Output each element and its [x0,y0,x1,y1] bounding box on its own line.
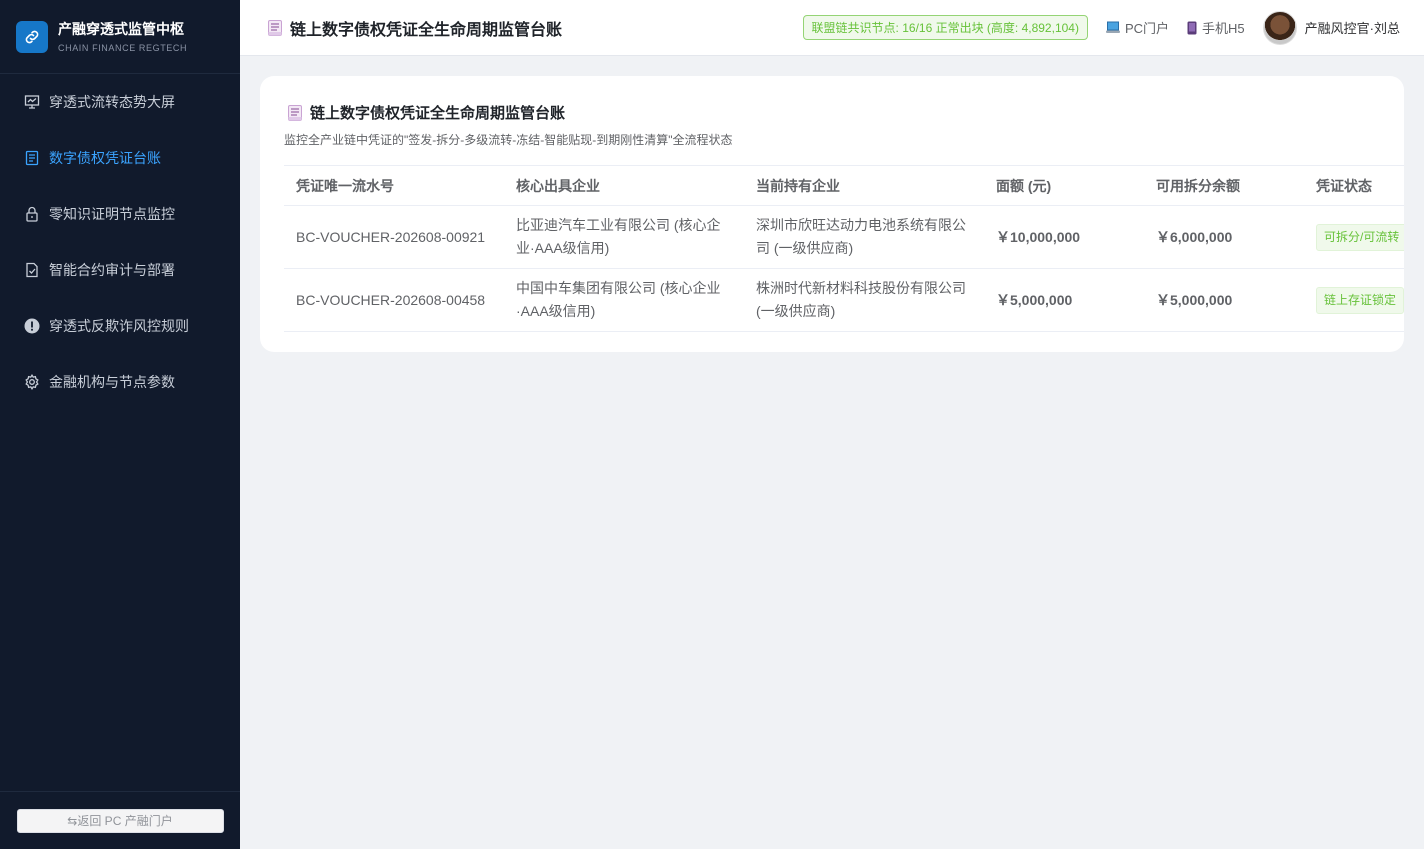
sidebar-item-label: 智能合约审计与部署 [49,262,175,278]
available-balance: ￥5,000,000 [1144,268,1304,332]
sidebar-item-label: 金融机构与节点参数 [49,374,175,390]
sidebar-item-situation-screen[interactable]: 穿透式流转态势大屏 [0,74,240,130]
presentation-board-icon [24,94,40,110]
sidebar-nav: 穿透式流转态势大屏 数字债权凭证台账 零知识证明节点监控 智能合约审计与部署 穿… [0,74,240,410]
issuer-company: 中国中车集团有限公司 (核心企业·AAA级信用) [504,268,744,332]
sidebar-item-label: 零知识证明节点监控 [49,206,175,222]
card-title: 链上数字债权凭证全生命周期监管台账 [310,105,566,122]
back-to-portal-button[interactable]: ⇆返回 PC 产融门户 [16,808,224,833]
gear-icon [24,374,40,390]
sidebar-item-label: 穿透式反欺诈风控规则 [49,318,189,334]
holder-company: 株洲时代新材料科技股份有限公司 (一级供应商) [744,268,984,332]
status-badge: 链上存证锁定 [1316,286,1404,314]
document-icon [24,150,40,166]
chain-link-icon [16,20,48,53]
table-row[interactable]: BC-VOUCHER-202608-00921 比亚迪汽车工业有限公司 (核心企… [284,205,1404,269]
sidebar-item-antifraud-rules[interactable]: 穿透式反欺诈风控规则 [0,298,240,354]
brand-title: 产融穿透式监管中枢 [58,21,184,37]
laptop-icon [1105,21,1120,34]
column-header-holder: 当前持有企业 [744,165,984,206]
page-title: 链上数字债权凭证全生命周期监管台账 [290,21,563,39]
ledger-icon [268,19,282,36]
lock-icon [24,206,40,222]
document-check-icon [24,262,40,278]
sidebar-item-zkp-monitor[interactable]: 零知识证明节点监控 [0,186,240,242]
face-amount: ￥5,000,000 [984,268,1144,332]
mobile-h5-link[interactable]: 手机H5 [1187,18,1245,37]
status-badge: 可拆分/可流转 [1316,223,1404,251]
user-menu[interactable]: 产融风控官·刘总 [1262,10,1400,45]
brand: 产融穿透式监管中枢 CHAIN FINANCE REGTECH [0,0,240,74]
column-header-id: 凭证唯一流水号 [284,165,504,206]
user-name: 产融风控官·刘总 [1304,21,1400,36]
column-header-issuer: 核心出具企业 [504,165,744,206]
table-row[interactable]: BC-VOUCHER-202608-00458 中国中车集团有限公司 (核心企业… [284,268,1404,332]
column-header-available: 可用拆分余额 [1144,165,1304,206]
pc-portal-label: PC门户 [1124,21,1170,36]
ledger-card: 链上数字债权凭证全生命周期监管台账 监控全产业链中凭证的"签发-拆分-多级流转-… [260,76,1404,352]
voucher-id: BC-VOUCHER-202608-00458 [284,268,504,332]
brand-subtitle: CHAIN FINANCE REGTECH [58,43,188,53]
sidebar: 产融穿透式监管中枢 CHAIN FINANCE REGTECH 穿透式流转态势大… [0,0,240,849]
sidebar-item-label: 数字债权凭证台账 [49,150,161,166]
table-header-row: 凭证唯一流水号 核心出具企业 当前持有企业 面额 (元) 可用拆分余额 凭证状态 [284,165,1404,206]
sidebar-item-node-params[interactable]: 金融机构与节点参数 [0,354,240,410]
column-header-status: 凭证状态 [1304,165,1404,206]
voucher-table: 凭证唯一流水号 核心出具企业 当前持有企业 面额 (元) 可用拆分余额 凭证状态… [284,165,1404,332]
avatar [1262,10,1297,45]
card-subtitle: 监控全产业链中凭证的"签发-拆分-多级流转-冻结-智能贴现-到期刚性清算"全流程… [284,133,733,147]
chain-status-badge: 联盟链共识节点: 16/16 正常出块 (高度: 4,892,104) [802,15,1088,40]
available-balance: ￥6,000,000 [1144,205,1304,269]
voucher-id: BC-VOUCHER-202608-00921 [284,205,504,269]
holder-company: 深圳市欣旺达动力电池系统有限公司 (一级供应商) [744,205,984,269]
issuer-company: 比亚迪汽车工业有限公司 (核心企业·AAA级信用) [504,205,744,269]
mobile-phone-icon [1187,21,1197,35]
pc-portal-link[interactable]: PC门户 [1105,18,1170,37]
sidebar-item-voucher-ledger[interactable]: 数字债权凭证台账 [0,130,240,186]
mobile-h5-label: 手机H5 [1202,21,1245,36]
sidebar-item-label: 穿透式流转态势大屏 [49,94,175,110]
ledger-icon [288,104,302,121]
face-amount: ￥10,000,000 [984,205,1144,269]
column-header-amount: 面额 (元) [984,165,1144,206]
sidebar-footer: ⇆返回 PC 产融门户 [0,791,240,849]
sidebar-item-contract-audit[interactable]: 智能合约审计与部署 [0,242,240,298]
page-title-group: 链上数字债权凭证全生命周期监管台账 [268,16,562,40]
top-header: 链上数字债权凭证全生命周期监管台账 联盟链共识节点: 16/16 正常出块 (高… [240,0,1424,56]
warning-circle-icon [24,318,40,334]
card-title-group: 链上数字债权凭证全生命周期监管台账 [288,102,1380,123]
